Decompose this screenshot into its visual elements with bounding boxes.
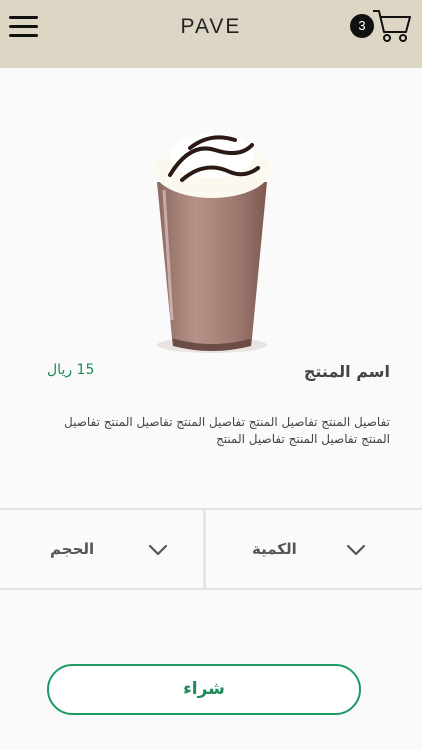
product-price: 15 ريال <box>47 362 95 378</box>
size-dropdown[interactable]: الحجم <box>0 510 204 588</box>
cart-button[interactable]: 3 <box>350 9 414 45</box>
shopping-cart-icon <box>373 10 411 42</box>
chevron-down-icon <box>148 544 168 556</box>
quantity-label: الكمية <box>252 540 297 558</box>
size-label: الحجم <box>50 540 95 558</box>
app-header: PAVE 3 <box>0 0 422 68</box>
chevron-down-icon <box>346 544 366 556</box>
cart-count-badge: 3 <box>350 14 374 38</box>
quantity-dropdown[interactable]: الكمية <box>206 510 422 588</box>
product-image <box>154 134 270 353</box>
options-row: الحجم الكمية <box>0 508 422 590</box>
buy-button[interactable]: شراء <box>47 664 361 715</box>
product-name: اسم المنتج <box>303 362 390 381</box>
product-description: تفاصيل المنتج تفاصيل المنتج تفاصيل المنت… <box>63 415 390 446</box>
